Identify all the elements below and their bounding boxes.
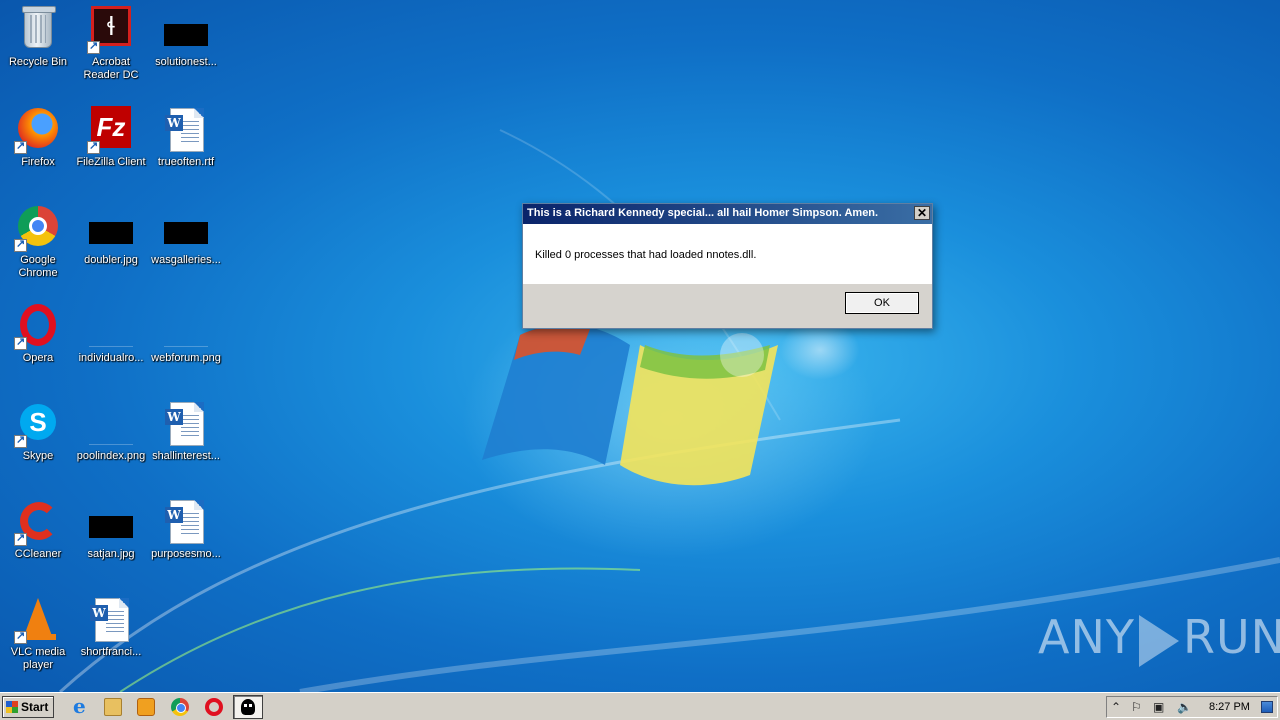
shortcut-arrow-icon — [87, 139, 100, 154]
desktop-icon-firefox[interactable]: Firefox — [0, 102, 76, 186]
icon-label: wasgalleries... — [151, 254, 221, 266]
windows-logo — [482, 324, 778, 486]
desktop-icon-purposesmo[interactable]: W purposesmo... — [148, 494, 224, 578]
desktop-icon-skype[interactable]: S Skype — [0, 396, 76, 480]
close-button[interactable]: ✕ — [914, 206, 930, 220]
blank-thumbnail — [89, 422, 133, 445]
desktop-icon-acrobat[interactable]: ɬ Acrobat Reader DC — [73, 2, 149, 86]
dialog-titlebar[interactable]: This is a Richard Kennedy special... all… — [523, 204, 932, 224]
desktop-icon-filezilla[interactable]: Fz FileZilla Client — [73, 102, 149, 186]
desktop-icon-poolindex[interactable]: poolindex.png — [73, 396, 149, 480]
media-player-icon[interactable] — [137, 698, 155, 716]
icon-label: Skype — [22, 450, 54, 462]
file-explorer-icon[interactable] — [104, 698, 122, 716]
desktop-icon-satjan[interactable]: satjan.jpg — [73, 494, 149, 578]
internet-explorer-icon[interactable] — [71, 694, 89, 718]
play-icon — [1138, 614, 1179, 667]
icon-label: poolindex.png — [76, 450, 146, 462]
icon-label: shallinterest... — [152, 450, 220, 462]
watermark-right-text: RUN — [1182, 610, 1280, 664]
redacted-thumbnail — [89, 222, 133, 244]
redacted-thumbnail — [89, 516, 133, 538]
shortcut-arrow-icon — [14, 531, 27, 546]
icon-label: VLC media player — [10, 646, 66, 671]
ok-button[interactable]: OK — [845, 292, 919, 314]
desktop-icon-webforum[interactable]: webforum.png — [148, 298, 224, 382]
shortcut-arrow-icon — [14, 237, 27, 252]
icon-label: individualro... — [78, 352, 144, 364]
dialog-message: Killed 0 processes that had loaded nnote… — [535, 249, 757, 261]
desktop: Recycle Bin Firefox Google Chrome Opera … — [0, 0, 1280, 692]
icon-label: satjan.jpg — [87, 548, 135, 560]
start-button[interactable]: Start — [2, 696, 54, 718]
windows-flag-icon — [6, 701, 18, 713]
icon-label: shortfranci... — [80, 646, 142, 658]
action-center-flag-icon[interactable]: ⚐ — [1131, 700, 1142, 714]
icon-label: Recycle Bin — [8, 56, 68, 68]
desktop-icon-vlc[interactable]: VLC media player — [0, 592, 76, 676]
message-dialog: This is a Richard Kennedy special... all… — [522, 203, 933, 329]
shortcut-arrow-icon — [14, 139, 27, 154]
icon-label: doubler.jpg — [84, 254, 138, 266]
volume-icon[interactable]: 🔈 — [1177, 700, 1192, 714]
watermark-left-text: ANY — [1038, 610, 1135, 664]
icon-label: trueoften.rtf — [157, 156, 215, 168]
wallpaper-glow-small — [780, 320, 860, 380]
icon-label: Opera — [22, 352, 54, 364]
word-doc-icon: W — [165, 500, 204, 544]
shortcut-arrow-icon — [14, 433, 27, 448]
taskbar: Start ⌃ ⚐ ▣ 🔈 8:27 PM — [0, 692, 1280, 720]
start-label: Start — [21, 700, 49, 714]
desktop-icon-google-chrome[interactable]: Google Chrome — [0, 200, 76, 284]
redacted-thumbnail — [164, 24, 208, 46]
word-doc-icon: W — [165, 402, 204, 446]
desktop-icon-individualro[interactable]: individualro... — [73, 298, 149, 382]
desktop-icon-trueoften[interactable]: W trueoften.rtf — [148, 102, 224, 186]
opera-taskbar-icon[interactable] — [205, 698, 223, 716]
desktop-icon-wasgalleries[interactable]: wasgalleries... — [148, 200, 224, 284]
icon-label: FileZilla Client — [76, 156, 146, 168]
icon-label: Firefox — [21, 156, 55, 168]
shortcut-arrow-icon — [87, 39, 100, 54]
icon-label: purposesmo... — [151, 548, 221, 560]
taskbar-active-app[interactable] — [233, 695, 263, 719]
chrome-taskbar-icon[interactable] — [171, 698, 189, 716]
icon-label: Acrobat Reader DC — [83, 56, 139, 81]
show-hidden-icons-icon[interactable]: ⌃ — [1111, 700, 1121, 714]
desktop-icon-doubler[interactable]: doubler.jpg — [73, 200, 149, 284]
clock[interactable]: 8:27 PM — [1209, 701, 1250, 713]
anyrun-watermark: ANY RUN — [1038, 610, 1280, 670]
icon-label: webforum.png — [151, 352, 221, 364]
desktop-icon-solutionest[interactable]: solutionest... — [148, 2, 224, 86]
network-icon[interactable]: ▣ — [1153, 700, 1164, 714]
icon-label: Google Chrome — [18, 254, 58, 279]
blank-thumbnail — [89, 324, 133, 347]
blank-thumbnail — [164, 324, 208, 347]
icon-label: CCleaner — [14, 548, 62, 560]
show-desktop-button[interactable] — [1261, 701, 1273, 713]
dialog-footer: OK — [523, 284, 932, 328]
system-tray: ⌃ ⚐ ▣ 🔈 8:27 PM — [1106, 696, 1278, 718]
vlc-icon — [24, 598, 52, 636]
desktop-icon-recycle-bin[interactable]: Recycle Bin — [0, 2, 76, 86]
word-doc-icon: W — [90, 598, 129, 642]
desktop-icon-shortfranci[interactable]: W shortfranci... — [73, 592, 149, 676]
recycle-bin-icon — [22, 6, 56, 48]
desktop-icon-ccleaner[interactable]: CCleaner — [0, 494, 76, 578]
shortcut-arrow-icon — [14, 629, 27, 644]
word-doc-icon: W — [165, 108, 204, 152]
icon-label: solutionest... — [155, 56, 217, 68]
desktop-icon-shallinterest[interactable]: W shallinterest... — [148, 396, 224, 480]
shortcut-arrow-icon — [14, 335, 27, 350]
skull-icon — [241, 699, 255, 715]
desktop-icon-opera[interactable]: Opera — [0, 298, 76, 382]
dialog-title: This is a Richard Kennedy special... all… — [527, 207, 879, 219]
redacted-thumbnail — [164, 222, 208, 244]
